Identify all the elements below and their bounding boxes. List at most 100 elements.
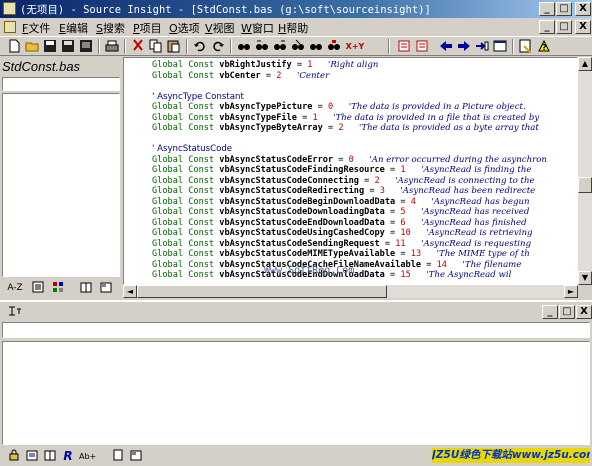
code-comment: 'Center <box>296 70 330 81</box>
close-button[interactable]: X <box>575 2 591 16</box>
code-line: Global Const vbRightJustify = 1 'Right a… <box>152 60 378 71</box>
redo-icon[interactable] <box>210 39 226 54</box>
jump-to-definition-icon[interactable] <box>24 449 40 463</box>
vertical-scrollbar[interactable]: ▲ ▼ <box>578 57 592 285</box>
context-properties-icon[interactable] <box>128 449 144 463</box>
menu-search[interactable]: S搜索 <box>96 20 125 35</box>
code-line: Global Const vbAsyncStatusCodeUsingCashe… <box>152 228 533 239</box>
scroll-right-icon[interactable]: ► <box>564 285 578 298</box>
undo-icon[interactable] <box>192 39 208 54</box>
code-identifier: vbAsyncStatusCodeRedirecting <box>219 186 365 196</box>
code-comment: 'An error occurred during the asynchron <box>369 154 547 165</box>
find-next-icon[interactable] <box>272 39 288 54</box>
horizontal-scroll-thumb[interactable] <box>137 285 387 298</box>
menu-project[interactable]: P项目 <box>133 20 162 35</box>
code-line: Global Const vbAsyncTypePicture = 0 'The… <box>152 102 526 113</box>
jump-icon[interactable] <box>474 39 490 54</box>
context-minimize-button[interactable]: _ <box>542 305 558 319</box>
minimize-button[interactable]: _ <box>539 2 555 16</box>
abc-icon[interactable]: Ab+ <box>78 449 100 463</box>
find-symbol-icon[interactable] <box>326 39 342 54</box>
xy-button[interactable]: X+Y <box>344 39 366 54</box>
copy-icon[interactable] <box>148 39 164 54</box>
help-icon[interactable]: ? <box>536 39 552 54</box>
go-back-icon[interactable] <box>438 39 454 54</box>
mdi-restore-button[interactable]: □ <box>556 20 572 34</box>
cut-icon[interactable] <box>130 39 146 54</box>
menu-help[interactable]: H帮助 <box>278 20 308 35</box>
lookup-icon[interactable] <box>308 39 324 54</box>
book-icon[interactable] <box>78 281 94 295</box>
replace-icon[interactable] <box>290 39 306 54</box>
open-folder-icon[interactable] <box>24 39 40 54</box>
save-icon[interactable] <box>42 39 58 54</box>
code-comment: 'AsyncRead has finished <box>421 217 527 228</box>
code-editor[interactable]: Global Const vbRightJustify = 1 'Right a… <box>123 57 578 285</box>
code-comment: 'Right align <box>328 60 379 70</box>
menu-window[interactable]: W窗口 <box>241 20 274 35</box>
lock-icon[interactable] <box>6 449 22 463</box>
find-icon[interactable] <box>236 39 252 54</box>
code-identifier: vbAsyncTypeByteArray <box>219 123 323 133</box>
horizontal-scrollbar[interactable]: ◄ ► <box>123 285 578 298</box>
symbol-filter-input[interactable] <box>2 77 120 91</box>
menu-file[interactable]: F文件 <box>22 20 50 35</box>
mdi-close-button[interactable]: X <box>575 20 591 34</box>
reference-icon[interactable]: R <box>60 449 76 463</box>
print-icon[interactable] <box>104 39 120 54</box>
symbol-list[interactable] <box>2 93 120 277</box>
app-icon[interactable] <box>3 2 16 15</box>
sort-az-button[interactable]: A-Z <box>6 281 24 295</box>
category-icon[interactable] <box>50 281 66 295</box>
maximize-button[interactable]: □ <box>556 2 572 16</box>
paste-icon[interactable] <box>166 39 182 54</box>
code-line: Global Const vbCenter = 2 'Center <box>152 71 329 82</box>
context-view[interactable] <box>2 341 590 445</box>
context-restore-button[interactable]: □ <box>559 305 575 319</box>
code-comment: 'The AsyncRead wil <box>426 270 512 280</box>
bookmark-next-icon[interactable] <box>414 39 430 54</box>
save-all-icon[interactable] <box>60 39 76 54</box>
go-forward-icon[interactable] <box>456 39 472 54</box>
menu-view[interactable]: V视图 <box>205 20 235 35</box>
code-comment: 'AsyncRead has received <box>421 207 530 217</box>
scroll-left-icon[interactable]: ◄ <box>123 285 137 298</box>
scroll-thumb[interactable] <box>578 177 592 193</box>
close-file-icon[interactable] <box>78 39 94 54</box>
context-page-icon[interactable] <box>110 449 126 463</box>
code-comment: 'AsyncRead is retrieving <box>426 228 533 238</box>
code-identifier: vbAsyncStatusCodeUsingCashedCopy <box>219 228 385 238</box>
mdi-minimize-button[interactable]: _ <box>539 20 555 34</box>
code-keyword: Global Const <box>152 175 215 186</box>
context-input[interactable] <box>2 322 590 338</box>
browse-icon[interactable] <box>518 39 534 54</box>
properties-icon[interactable] <box>98 281 114 295</box>
svg-text:Ab+: Ab+ <box>79 452 96 461</box>
find-prev-icon[interactable] <box>254 39 270 54</box>
bookmark-prev-icon[interactable] <box>396 39 412 54</box>
code-number: 15 <box>400 270 411 280</box>
context-pin-icon[interactable] <box>8 305 22 317</box>
code-identifier: vbAsyncStatusCodeBeginDownloadData <box>219 196 396 207</box>
context-close-button[interactable]: X <box>576 305 592 319</box>
menu-edit[interactable]: E编辑 <box>59 20 88 35</box>
scroll-down-icon[interactable]: ▼ <box>578 271 592 285</box>
code-line: Global Const vbAsyncStatusCodeBeginDownl… <box>152 197 530 208</box>
code-identifier: vbCenter <box>219 70 261 81</box>
code-keyword: Global Const <box>152 112 215 123</box>
list-view-icon[interactable] <box>30 281 46 295</box>
scroll-up-icon[interactable]: ▲ <box>578 57 592 71</box>
code-keyword: Global Const <box>152 217 215 228</box>
code-comment: 'AsyncRead is connecting to the <box>395 175 535 186</box>
code-identifier: vbAsyncTypeFile <box>219 112 297 123</box>
new-file-icon[interactable] <box>6 39 22 54</box>
window-icon[interactable] <box>492 39 508 54</box>
context-book-icon[interactable] <box>42 449 58 463</box>
code-comment: 'The data is provided in a file that is … <box>333 112 540 123</box>
context-window-header: _ □ X <box>0 300 592 320</box>
code-line: ' AsyncStatusCode <box>152 144 232 155</box>
code-identifier: vbAsyncStatusCodeFindingResource <box>219 165 385 175</box>
menu-options[interactable]: O选项 <box>169 20 200 35</box>
document-icon[interactable] <box>4 21 16 33</box>
code-comment: 'AsyncRead is finding the <box>421 165 532 175</box>
